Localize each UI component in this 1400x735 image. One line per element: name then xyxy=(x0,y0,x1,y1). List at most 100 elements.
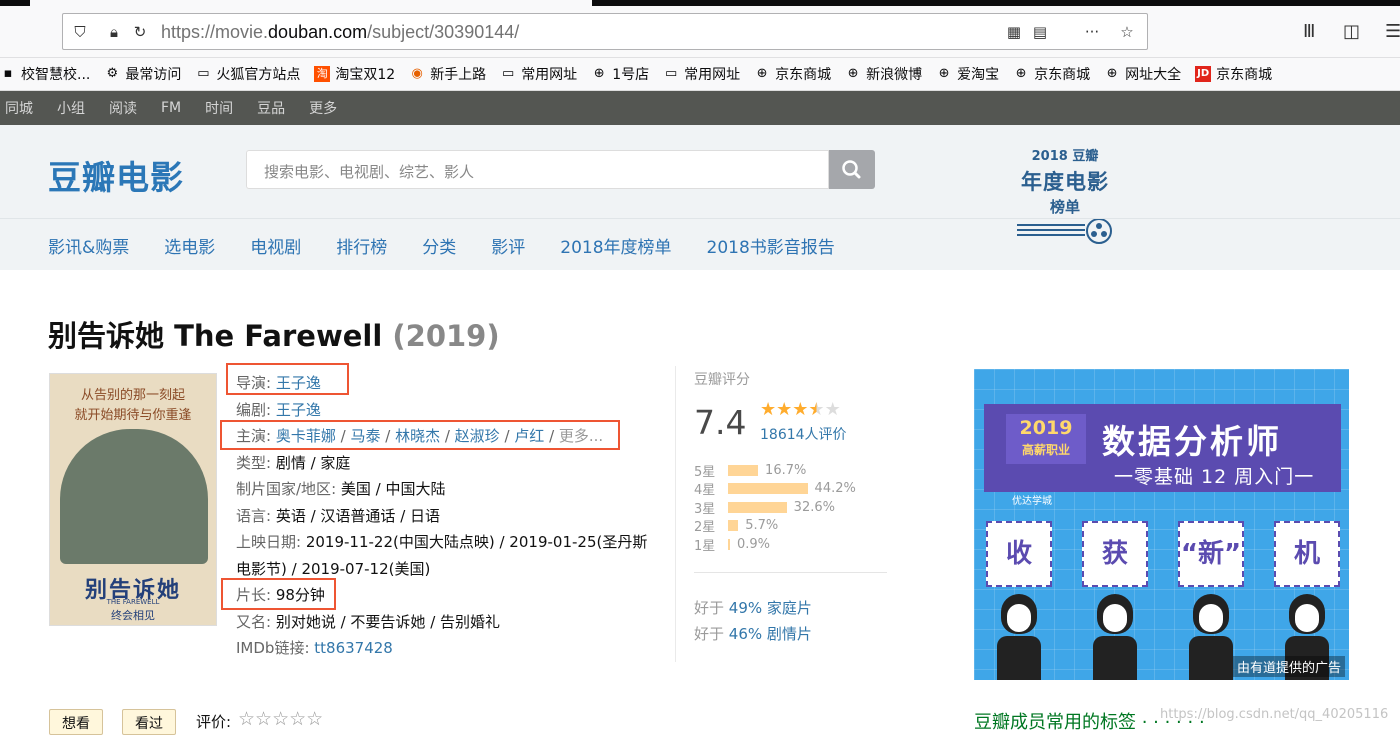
language-row: 语言: 英语 / 汉语普通话 / 日语 xyxy=(236,506,441,525)
ad-card: “新” xyxy=(1178,521,1244,587)
bookmark-item[interactable]: ⊕ 新浪微博 xyxy=(845,64,922,84)
global-nav-item[interactable]: 时间 xyxy=(205,98,233,118)
firefox-icon: ◉ xyxy=(411,66,423,81)
rating-star-icon: ★ xyxy=(808,399,825,420)
global-nav-item[interactable]: 更多 xyxy=(309,98,337,118)
ad-brand: 优达学城 xyxy=(1012,496,1052,507)
global-nav-item[interactable]: FM xyxy=(161,100,181,116)
imdb-link[interactable]: tt8637428 xyxy=(314,639,393,657)
autoplay-blocked-icon[interactable]: ↻ xyxy=(131,23,149,41)
rating-bar-row: 5星 16.7% xyxy=(694,461,856,480)
ad-card: 机 xyxy=(1274,521,1340,587)
rating-bar-pct: 32.6% xyxy=(793,499,835,515)
bookmark-item[interactable]: ▭ 常用网址 xyxy=(500,64,577,84)
bookmark-item[interactable]: ▭ 火狐官方站点 xyxy=(195,64,300,84)
rating-bar-fill xyxy=(728,501,787,513)
movie-nav-item[interactable]: 影评 xyxy=(491,233,525,258)
bookmark-item[interactable]: ⊕ 京东商城 xyxy=(754,64,831,84)
aka-row: 又名: 别对她说 / 不要告诉她 / 告别婚礼 xyxy=(236,612,501,631)
bookmark-label: 常用网址 xyxy=(521,67,578,83)
movie-nav-item[interactable]: 影讯&购票 xyxy=(48,233,129,258)
shield-icon[interactable]: ⛉ xyxy=(71,23,89,41)
browser-toolbar: ⛉ 🔒︎ ↻ https://movie.douban.com/subject/… xyxy=(0,6,1400,58)
ad-year: 2019 高薪职业 xyxy=(1006,414,1086,464)
rating-bar-row: 3星 32.6% xyxy=(694,498,856,517)
rating-bar-row: 1星 0.9% xyxy=(694,535,856,554)
annual-list-promo[interactable]: 2018 豆瓣 年度电影 榜单 xyxy=(1015,145,1115,251)
jd-icon: JD xyxy=(1195,66,1212,82)
bookmark-item[interactable]: ⊕ 京东商城 xyxy=(1013,64,1090,84)
bookmark-item[interactable]: ⚙ 最常访问 xyxy=(104,64,182,84)
better-than-drama-link[interactable]: 46% 剧情片 xyxy=(729,625,812,643)
search-placeholder: 搜索电影、电视剧、综艺、影人 xyxy=(264,163,475,181)
reader-view-icon[interactable]: ▤ xyxy=(1031,23,1049,41)
ad-banner[interactable]: 2019 高薪职业 优达学城 数据分析师 一零基础 12 周入门一 收获 “新” 机 … xyxy=(974,369,1349,680)
better-than-family-link[interactable]: 49% 家庭片 xyxy=(729,599,812,617)
sidebar-icon[interactable]: ◫ xyxy=(1343,21,1360,42)
movie-header: 豆瓣电影 搜索电影、电视剧、综艺、影人 2018 豆瓣 年度电影 榜单 影讯&购… xyxy=(0,125,1400,270)
poster-tagline-2: 就开始期待与你重逢 xyxy=(74,408,192,423)
library-icon[interactable]: Ⅲ xyxy=(1303,21,1315,42)
rating-panel: 豆瓣评分 7.4 ★★★★★ 18614人评价 5星 16.7% 4星 44.2% 3星… xyxy=(675,366,890,662)
rating-bar-pct: 44.2% xyxy=(814,481,856,497)
rating-bar-label: 2星 xyxy=(694,520,716,536)
ad-card: 收 xyxy=(986,521,1052,587)
url-text[interactable]: https://movie.douban.com/subject/3039014… xyxy=(161,22,519,43)
bookmark-label: 京东商城 xyxy=(1034,67,1091,83)
rating-bar-fill xyxy=(728,520,739,532)
douban-movie-logo[interactable]: 豆瓣电影 xyxy=(48,151,184,199)
release-value-1: 2019-11-22(中国大陆点映) / 2019-01-25(圣丹斯 xyxy=(305,533,648,551)
rating-bar-pct: 0.9% xyxy=(737,536,771,552)
global-nav: 同城 小组 阅读 FM 时间 豆品 更多 xyxy=(0,91,1400,125)
movie-nav-item[interactable]: 2018书影音报告 xyxy=(707,233,835,258)
bookmark-item[interactable]: ◉ 新手上路 xyxy=(409,64,487,84)
menu-icon[interactable]: ☰ xyxy=(1385,21,1400,42)
bookmark-item[interactable]: ⊕ 1号店 xyxy=(591,64,649,84)
page-title: 别告诉她 The Farewell (2019) xyxy=(48,319,500,353)
bookmark-label: 校智慧校... xyxy=(21,67,91,83)
movie-nav-item[interactable]: 2018年度榜单 xyxy=(560,233,671,258)
gear-icon: ⚙ xyxy=(106,66,119,81)
writer-link[interactable]: 王子逸 xyxy=(276,401,321,419)
bookmark-item[interactable]: ⊕ 爱淘宝 xyxy=(936,64,999,84)
country-value: 美国 / 中国大陆 xyxy=(340,480,446,498)
poster-tagline-1: 从告别的那一刻起 xyxy=(80,388,185,403)
watched-button[interactable]: 看过 xyxy=(122,709,176,735)
user-rating-stars[interactable]: ☆☆☆☆☆ xyxy=(238,708,323,730)
bookmark-item[interactable]: ▪ 校智慧校... xyxy=(0,64,91,84)
rate-label: 评价: xyxy=(196,713,232,731)
global-nav-item[interactable]: 阅读 xyxy=(109,98,137,118)
movie-poster[interactable]: 从告别的那一刻起 就开始期待与你重逢 别告诉她 THE FAREWELL 终会相见 xyxy=(49,373,217,626)
bookmark-item[interactable]: ▭ 常用网址 xyxy=(663,64,740,84)
bookmark-star-icon[interactable]: ☆ xyxy=(1118,23,1136,41)
rating-bar-fill xyxy=(728,464,759,476)
bookmark-label: 淘宝双12 xyxy=(335,67,396,83)
global-nav-item[interactable]: 同城 xyxy=(5,98,33,118)
more-actions-icon[interactable]: ··· xyxy=(1083,23,1101,41)
votes-link[interactable]: 18614人评价 xyxy=(760,424,847,444)
globe-icon: ⊕ xyxy=(593,66,605,81)
better-than-2: 好于 46% 剧情片 xyxy=(694,625,812,643)
global-nav-item[interactable]: 小组 xyxy=(57,98,85,118)
want-to-watch-button[interactable]: 想看 xyxy=(49,709,103,735)
rating-bar-row: 4星 44.2% xyxy=(694,480,856,499)
movie-nav-item[interactable]: 排行榜 xyxy=(336,233,387,258)
highlight-box-runtime xyxy=(221,578,336,610)
bookmark-item[interactable]: ⊕ 网址大全 xyxy=(1104,64,1181,84)
bookmark-item[interactable]: JD 京东商城 xyxy=(1195,64,1272,84)
ad-provider-note: 由有道提供的广告 xyxy=(1232,656,1345,677)
search-input[interactable]: 搜索电影、电视剧、综艺、影人 xyxy=(246,150,829,189)
promo-line1: 2018 豆瓣 xyxy=(1031,149,1099,164)
bookmark-item[interactable]: 淘淘宝双12 xyxy=(314,64,395,84)
bookmark-label: 网址大全 xyxy=(1125,67,1182,83)
globe-icon: ⊕ xyxy=(1106,66,1118,81)
global-nav-item[interactable]: 豆品 xyxy=(257,98,285,118)
address-bar[interactable]: ⛉ 🔒︎ ↻ https://movie.douban.com/subject/… xyxy=(62,13,1148,50)
movie-nav-item[interactable]: 电视剧 xyxy=(250,233,301,258)
search-button[interactable] xyxy=(829,150,875,189)
qr-code-icon[interactable]: ▦ xyxy=(1005,23,1023,41)
rating-bar-label: 4星 xyxy=(694,483,716,499)
lock-icon[interactable]: 🔒︎ xyxy=(105,23,123,41)
movie-nav-item[interactable]: 分类 xyxy=(422,233,456,258)
movie-nav-item[interactable]: 选电影 xyxy=(164,233,215,258)
